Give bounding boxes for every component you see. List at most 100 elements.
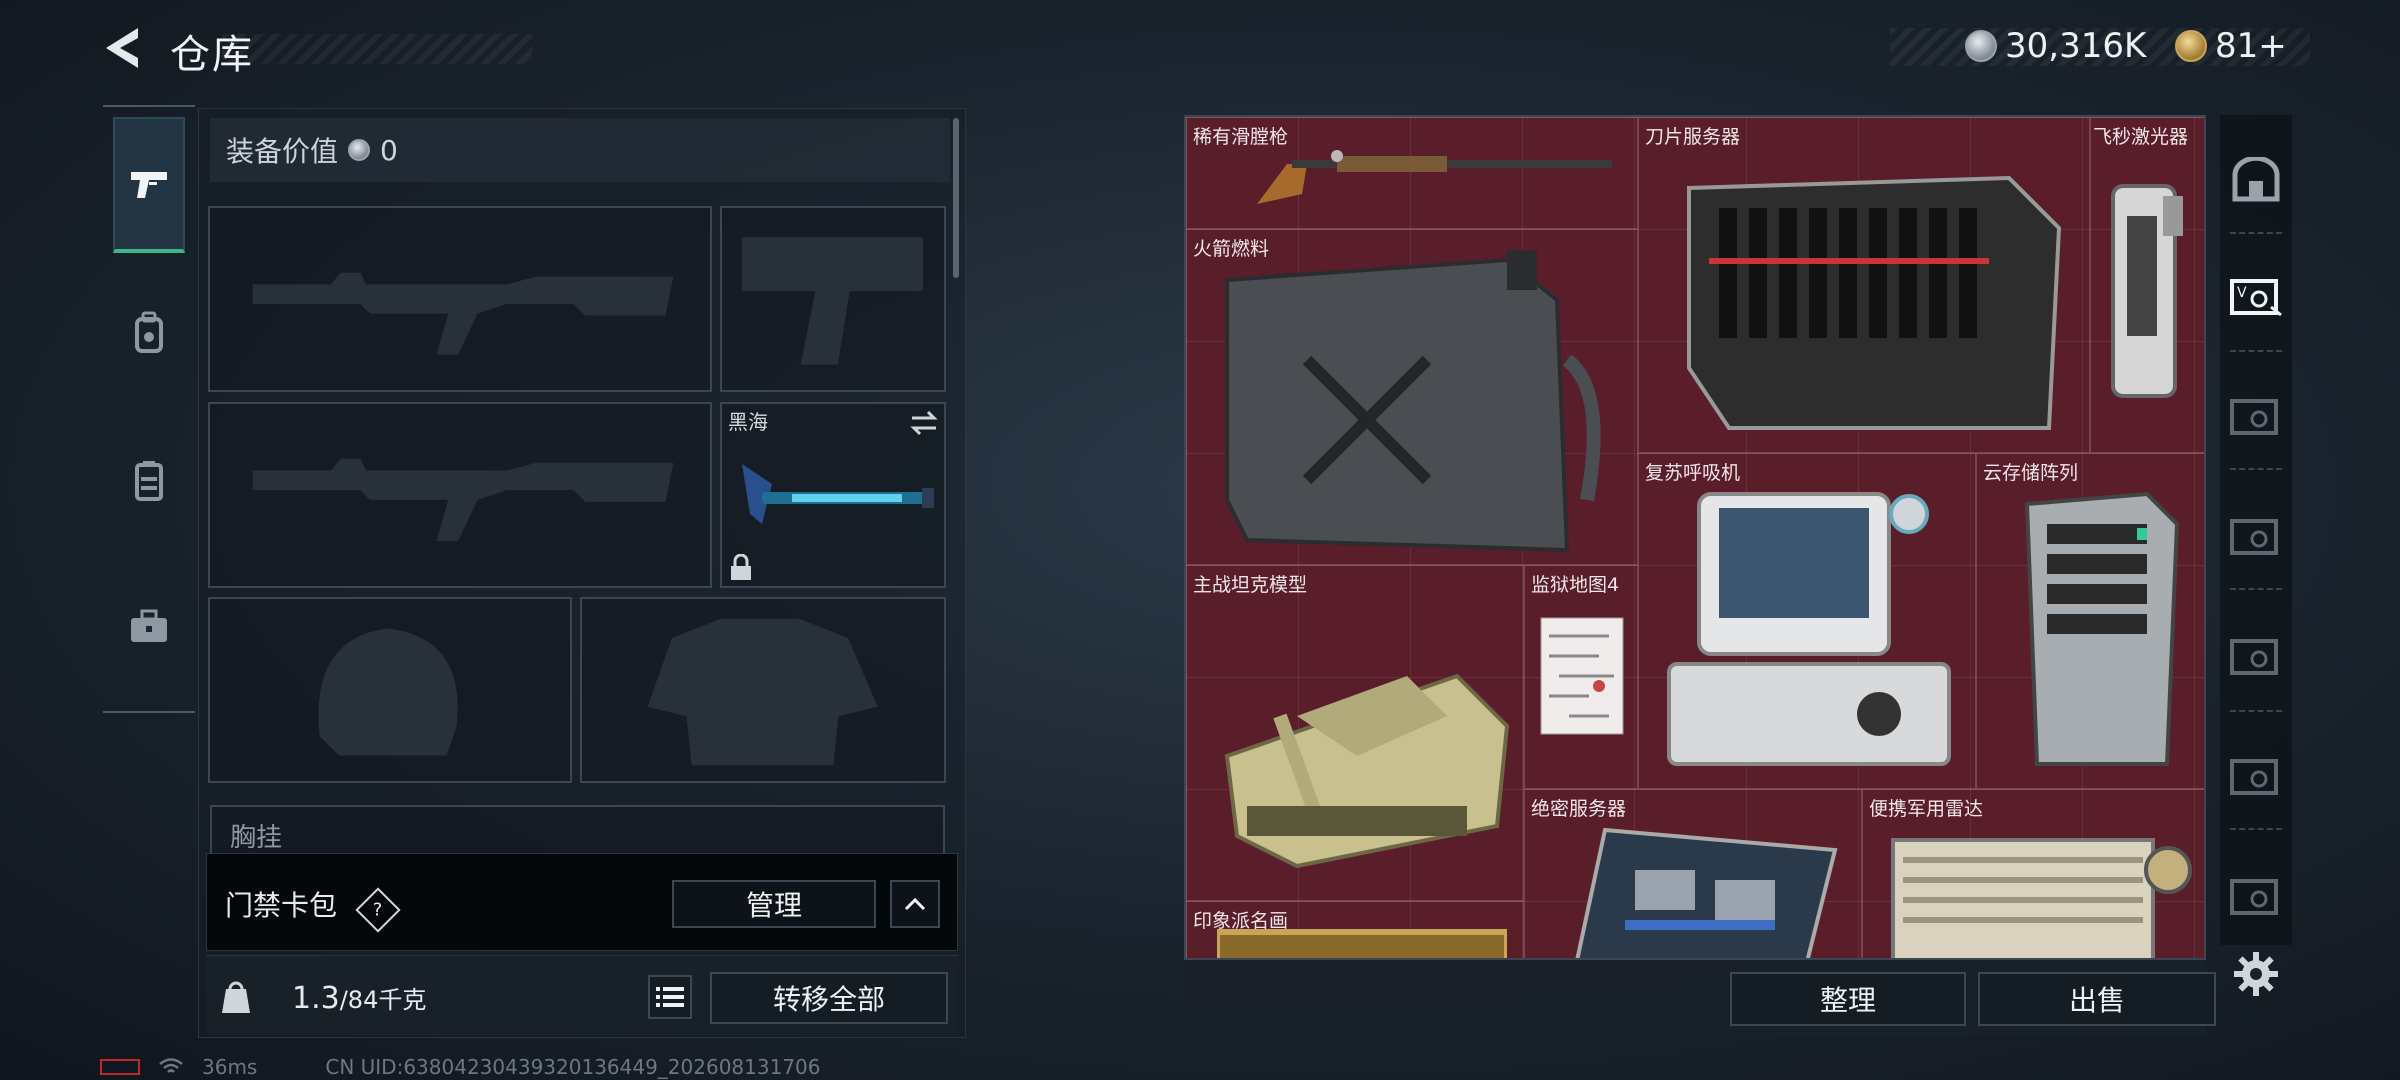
weight-icon	[222, 981, 250, 1013]
tomahawk-icon	[742, 464, 934, 524]
rifle-silhouette-icon	[252, 272, 674, 355]
user-uid: CN UID:63804230439320136449_202608131706	[325, 1055, 821, 1079]
transfer-all-button[interactable]: 转移全部	[710, 972, 948, 1024]
keycard-help-icon[interactable]: ?	[355, 886, 401, 933]
nav-tab-chest-rig[interactable]	[113, 413, 185, 549]
list-icon	[656, 987, 684, 1007]
rail-safe-box[interactable]	[2220, 140, 2292, 220]
rail-divider	[2230, 588, 2282, 590]
item-portable-radar[interactable]: 便携军用雷达	[1862, 789, 2204, 958]
item-ventilator[interactable]: 复苏呼吸机	[1638, 453, 1976, 789]
equipment-value-label: 装备价值	[226, 135, 339, 168]
rifle-silhouette-icon	[252, 458, 674, 541]
rail-container-1[interactable]: V	[2220, 255, 2292, 335]
storage-tower-icon	[2024, 491, 2180, 766]
tank-icon	[1224, 673, 1510, 869]
item-label: 云存储阵列	[1983, 462, 2079, 484]
wifi-icon	[159, 1058, 183, 1073]
rail-container-5[interactable]	[2220, 735, 2292, 815]
item-femtosecond-laser[interactable]: 飞秒激光器	[2090, 117, 2204, 453]
sort-button[interactable]: 整理	[1730, 972, 1966, 1026]
item-label: 刀片服务器	[1645, 126, 1741, 148]
svg-text:V: V	[2237, 285, 2247, 301]
primary-weapon-slot-2[interactable]	[208, 402, 712, 588]
silver-amount: 30,316K	[2005, 26, 2147, 66]
ventilator-icon	[1667, 492, 1951, 766]
back-button[interactable]	[100, 22, 150, 74]
list-view-button[interactable]	[648, 975, 692, 1019]
status-bar: 36ms CN UID:63804230439320136449_2026081…	[100, 1055, 821, 1079]
silver-coin-icon	[348, 139, 371, 161]
painting-frame-icon	[1217, 929, 1507, 958]
blade-server-icon	[1687, 175, 2062, 430]
pistol-icon	[131, 172, 167, 198]
keycard-label: 门禁卡包	[225, 889, 338, 922]
safe-box-icon	[2232, 157, 2280, 202]
weight-max: /84千克	[339, 986, 427, 1014]
lock-icon	[731, 554, 751, 580]
secondary-weapon-slot[interactable]	[720, 206, 946, 392]
item-musket[interactable]: 稀有滑膛枪	[1186, 117, 1638, 229]
weight-current: 1.3	[292, 981, 340, 1016]
item-impressionist-painting[interactable]: 印象派名画	[1186, 901, 1524, 958]
container-case-icon: V	[2230, 279, 2282, 317]
silver-currency: 30,316K	[1965, 26, 2146, 66]
silver-coin-icon	[1965, 30, 1997, 62]
weight-readout: 1.3/84千克	[292, 980, 426, 1016]
sell-button[interactable]: 出售	[1978, 972, 2216, 1026]
item-label: 飞秒激光器	[2093, 126, 2189, 148]
equipment-scrollbar[interactable]	[953, 118, 959, 278]
help-glyph: ?	[373, 899, 383, 920]
chest-rig-icon	[135, 461, 163, 501]
item-cloud-storage-array[interactable]: 云存储阵列	[1976, 453, 2204, 789]
container-case-icon	[2230, 759, 2278, 795]
helmet-slot[interactable]	[208, 597, 572, 783]
rail-divider	[2230, 232, 2282, 234]
melee-weapon-name: 黑海	[728, 410, 768, 434]
nav-tab-backpack[interactable]	[113, 265, 185, 401]
rail-container-3[interactable]	[2220, 495, 2292, 575]
settings-gear-icon[interactable]	[2232, 950, 2280, 998]
server-board-icon	[1575, 827, 1838, 958]
briefcase-icon	[131, 609, 167, 642]
nav-tab-case[interactable]	[113, 559, 185, 695]
item-rocket-fuel[interactable]: 火箭燃料	[1186, 229, 1638, 565]
primary-weapon-slot-1[interactable]	[208, 206, 712, 392]
container-case-icon	[2230, 879, 2278, 915]
item-label: 便携军用雷达	[1869, 798, 1984, 820]
rail-divider	[2230, 468, 2282, 470]
helmet-silhouette-icon	[318, 628, 458, 756]
melee-weapon-slot[interactable]: 黑海	[720, 402, 946, 588]
swap-icon[interactable]	[908, 408, 940, 438]
item-blade-server[interactable]: 刀片服务器	[1638, 117, 2090, 453]
item-label: 绝密服务器	[1531, 798, 1627, 820]
armor-silhouette-icon	[647, 618, 878, 766]
item-top-secret-server[interactable]: 绝密服务器	[1524, 789, 1862, 958]
warehouse-grid: 稀有滑膛枪 刀片服务器 飞秒激光器 火箭燃料 复苏呼吸机 云存储阵列 主战坦克模…	[1184, 115, 2206, 960]
backpack-icon	[135, 311, 163, 353]
item-tank-model[interactable]: 主战坦克模型	[1186, 565, 1524, 901]
laser-device-icon	[2111, 184, 2183, 398]
item-prison-map[interactable]: 监狱地图4	[1524, 565, 1638, 789]
nav-tab-weapons[interactable]	[113, 117, 185, 253]
rail-container-4[interactable]	[2220, 615, 2292, 695]
collapse-button[interactable]	[890, 880, 940, 928]
gold-currency[interactable]: 81+	[2175, 26, 2287, 66]
battery-icon	[100, 1059, 140, 1075]
page-title: 仓库	[170, 32, 254, 78]
item-label: 主战坦克模型	[1193, 574, 1308, 596]
equipment-value-header: 装备价值 0	[210, 118, 950, 182]
body-armor-slot[interactable]	[580, 597, 946, 783]
rail-container-6[interactable]	[2220, 855, 2292, 935]
map-icon	[1540, 617, 1624, 735]
item-label: 复苏呼吸机	[1645, 462, 1741, 484]
chest-rig-row[interactable]: 胸挂	[210, 805, 945, 855]
keycard-label-wrap: 门禁卡包 ?	[225, 884, 401, 933]
manage-button[interactable]: 管理	[672, 880, 876, 928]
jerry-can-icon	[1225, 250, 1601, 553]
musket-icon	[1257, 150, 1612, 204]
gold-coin-icon	[2175, 30, 2207, 62]
equipment-value: 0	[380, 133, 398, 167]
container-case-icon	[2230, 639, 2278, 675]
rail-container-2[interactable]	[2220, 375, 2292, 455]
